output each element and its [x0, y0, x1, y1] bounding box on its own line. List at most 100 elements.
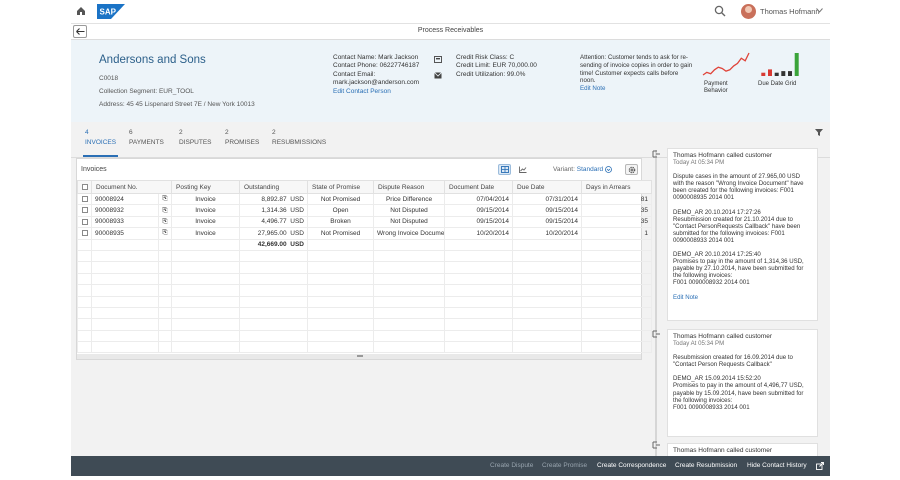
row-checkbox[interactable]: [81, 230, 88, 237]
column-header-state-of-promise[interactable]: State of Promise: [307, 180, 375, 194]
column-header-document-date[interactable]: Document Date: [444, 180, 514, 194]
row-select-cell[interactable]: [77, 215, 92, 229]
customer-id: C0018: [99, 75, 119, 82]
select-all-checkbox[interactable]: [82, 183, 88, 190]
due-date-grid-chart[interactable]: [760, 52, 800, 76]
create-correspondence-button[interactable]: Create Correspondence: [597, 462, 666, 469]
document-number-link[interactable]: 90008924: [91, 192, 159, 206]
copy-icon[interactable]: ⎘: [157, 204, 173, 217]
edit-note-link[interactable]: Edit Note: [673, 294, 812, 301]
collection-segment: Collection Segment: EUR_TOOL: [99, 88, 194, 95]
column-header-due-date[interactable]: Due Date: [512, 180, 583, 194]
empty-cell: [91, 249, 159, 263]
empty-row: [77, 318, 653, 331]
create-resubmission-button[interactable]: Create Resubmission: [675, 462, 737, 469]
empty-cell: [157, 272, 173, 286]
table-row[interactable]: 90008933 ⎘ Invoice 4,496.77 USD Broken N…: [77, 215, 653, 229]
promise-state-cell: Broken: [307, 215, 375, 229]
chart-view-button[interactable]: [516, 164, 529, 175]
column-header-posting-key[interactable]: Posting Key: [171, 180, 241, 194]
table-settings-button[interactable]: [625, 164, 638, 175]
timeline-line: [655, 150, 657, 458]
home-icon[interactable]: [76, 6, 86, 16]
chevron-down-icon[interactable]: [816, 8, 823, 13]
contact-block: Contact Name: Mark Jackson Contact Phone…: [333, 54, 428, 96]
hide-contact-history-button[interactable]: Hide Contact History: [747, 462, 807, 469]
currency: USD: [290, 229, 305, 237]
empty-row: [77, 272, 653, 286]
user-name[interactable]: Thomas Hofmann: [760, 7, 820, 16]
empty-cell: [77, 238, 92, 251]
empty-cell: [239, 341, 309, 354]
sap-logo[interactable]: SAP: [97, 4, 125, 19]
tab-label: RESUBMISSIONS: [272, 139, 327, 146]
empty-cell: [307, 341, 375, 354]
days-in-arrears-cell: 1: [581, 227, 653, 240]
due-date-bar: [774, 72, 779, 76]
tab-promises[interactable]: 2 PROMISES: [225, 129, 259, 146]
promise-state-cell: Not Promised: [307, 227, 375, 240]
tab-disputes[interactable]: 2 DISPUTES: [179, 129, 212, 146]
outstanding-cell: 1,314.36 USD: [239, 204, 309, 217]
empty-cell: [77, 341, 92, 354]
column-header-outstanding[interactable]: Outstanding: [239, 180, 309, 194]
empty-cell: [512, 329, 583, 343]
row-select-cell[interactable]: [77, 192, 92, 206]
payment-behavior-chart[interactable]: [702, 52, 750, 76]
user-avatar[interactable]: [741, 4, 756, 19]
document-number-link[interactable]: 90008935: [91, 227, 159, 240]
table-row[interactable]: 90008935 ⎘ Invoice 27,965.00 USD Not Pro…: [77, 227, 653, 240]
row-checkbox[interactable]: [81, 207, 88, 214]
empty-cell: [91, 261, 159, 274]
variant-value: Standard: [576, 166, 604, 174]
create-promise-button[interactable]: Create Promise: [542, 462, 587, 469]
row-checkbox[interactable]: [81, 195, 88, 202]
column-header-days-in-arrears[interactable]: Days in Arrears: [581, 180, 653, 194]
due-date-cell: 10/20/2014: [512, 227, 583, 240]
table-row[interactable]: 90008924 ⎘ Invoice 8,892.87 USD Not Prom…: [77, 192, 653, 206]
empty-cell: [77, 284, 92, 297]
empty-cell: [307, 306, 375, 320]
email-icon[interactable]: [434, 72, 442, 79]
empty-cell: [444, 318, 514, 331]
table-row[interactable]: 90008932 ⎘ Invoice 1,314.36 USD Open Not…: [77, 204, 653, 217]
outstanding-amount: 27,965.00: [257, 229, 287, 237]
tab-payments[interactable]: 6 PAYMENTS: [129, 129, 164, 146]
horizontal-scrollbar[interactable]: [77, 354, 641, 359]
empty-cell: [307, 295, 375, 308]
tab-label: PAYMENTS: [129, 139, 164, 146]
tab-count: 6: [129, 129, 133, 136]
empty-cell: [373, 249, 446, 263]
row-select-cell[interactable]: [77, 227, 92, 240]
phone-icon[interactable]: [434, 56, 442, 63]
document-number-link[interactable]: 90008932: [91, 204, 159, 217]
select-all-cell[interactable]: [77, 180, 92, 194]
row-select-cell[interactable]: [77, 204, 92, 217]
tab-resubmissions[interactable]: 2 RESUBMISSIONS: [272, 129, 326, 146]
page-subheader: Process Receivables: [71, 24, 830, 40]
empty-cell: [444, 306, 514, 320]
variant-selector[interactable]: Variant: Standard: [553, 166, 612, 173]
empty-cell: [91, 318, 159, 331]
share-icon[interactable]: [816, 462, 824, 470]
variant-label: Variant:: [553, 166, 575, 174]
column-header-document-no[interactable]: Document No.: [90, 180, 173, 194]
tab-invoices[interactable]: 4 INVOICES: [82, 129, 119, 157]
due-date-grid-label: Due Date Grid: [758, 81, 797, 87]
filter-icon[interactable]: [815, 129, 823, 136]
due-date-bar: [768, 69, 772, 76]
empty-cell: [91, 329, 159, 343]
search-icon[interactable]: [714, 5, 726, 17]
empty-cell: [373, 238, 446, 251]
column-header-dispute-reason[interactable]: Dispute Reason: [373, 180, 446, 194]
edit-note-link[interactable]: Edit Note: [580, 85, 693, 93]
copy-icon[interactable]: ⎘: [157, 192, 173, 206]
row-checkbox[interactable]: [81, 218, 88, 225]
copy-icon[interactable]: ⎘: [157, 227, 173, 240]
empty-cell: [581, 306, 653, 320]
document-number-link[interactable]: 90008933: [91, 215, 159, 229]
create-dispute-button[interactable]: Create Dispute: [490, 462, 533, 469]
edit-contact-link[interactable]: Edit Contact Person: [333, 88, 428, 96]
copy-icon[interactable]: ⎘: [157, 215, 173, 229]
table-view-button[interactable]: [498, 164, 511, 175]
